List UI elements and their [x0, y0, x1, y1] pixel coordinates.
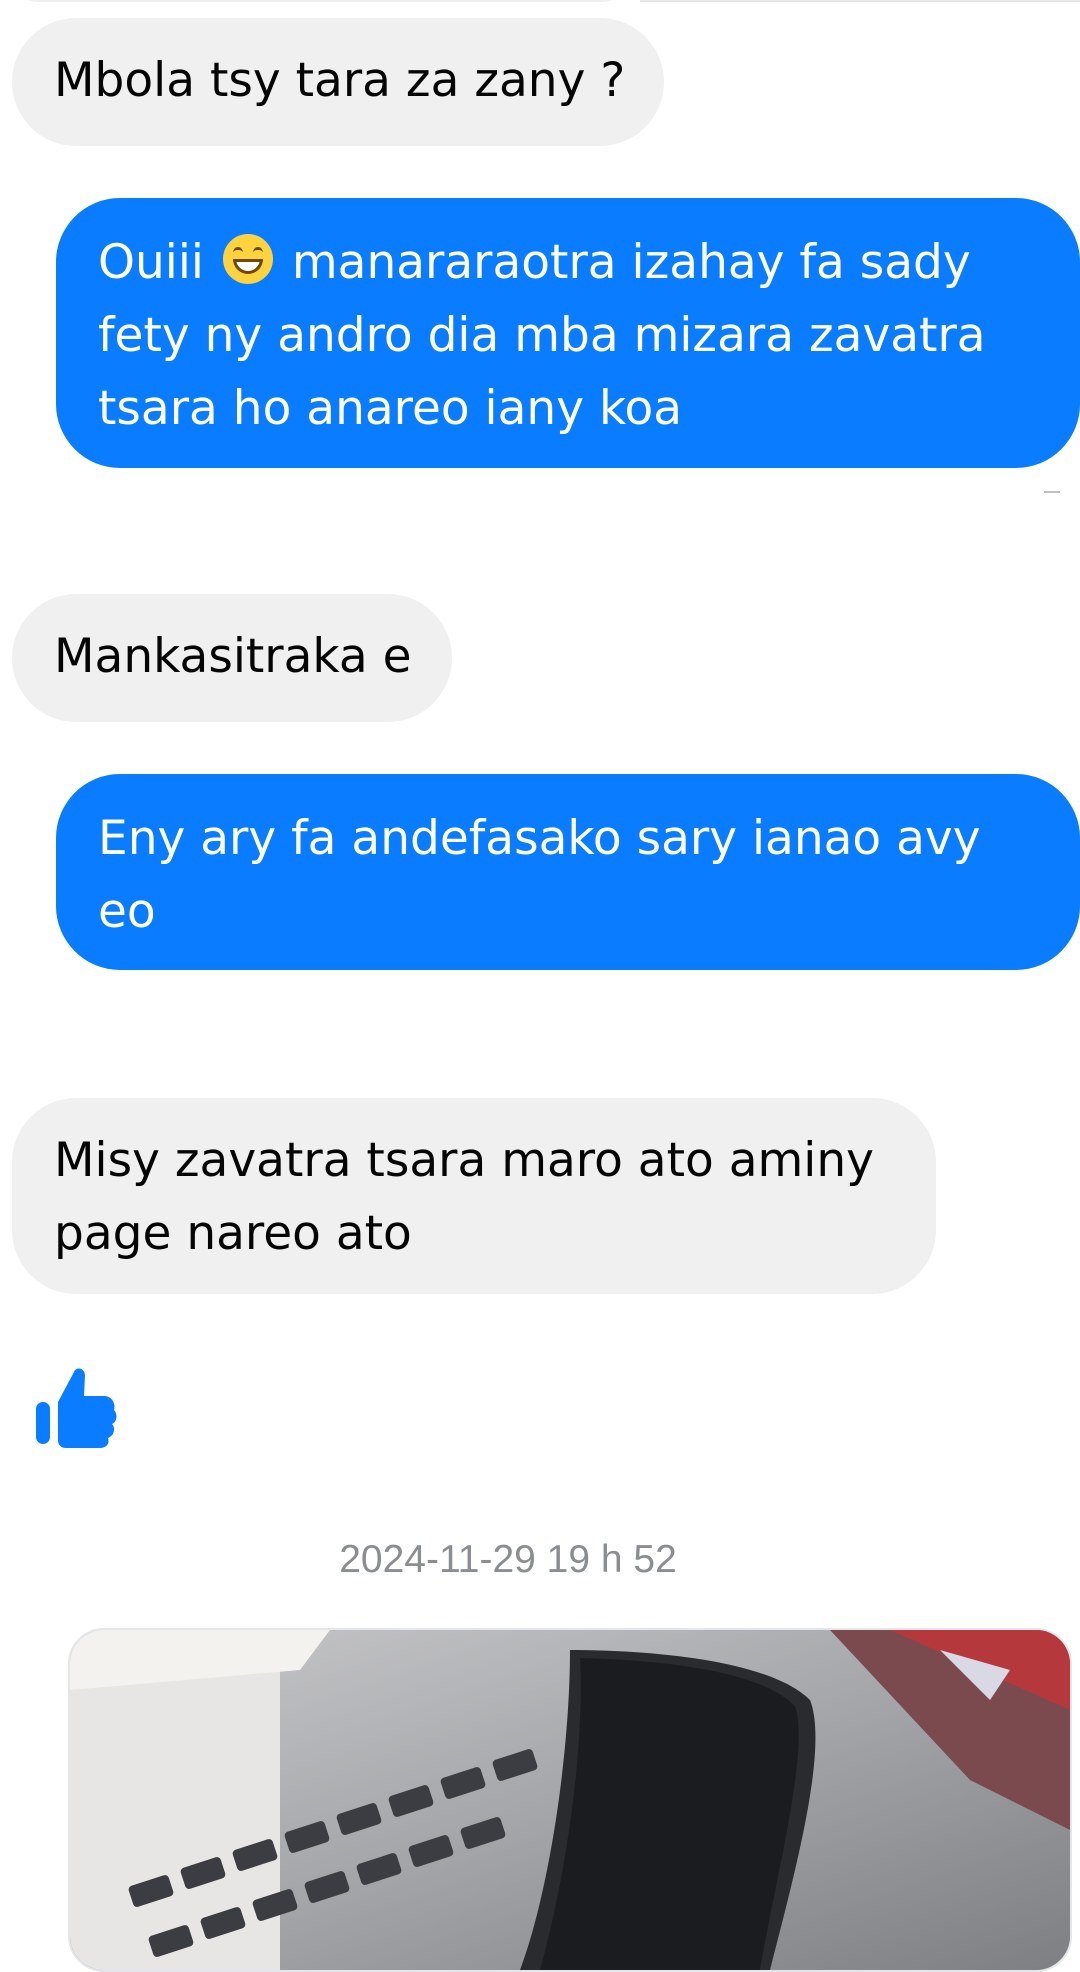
message-text: Mankasitraka e [54, 629, 412, 684]
photo-attachment-image [70, 1630, 1070, 1970]
message-incoming-1[interactable]: Mbola tsy tara za zany ? [12, 18, 664, 146]
previous-message-bubble [0, 0, 640, 2]
read-receipt-icon [1044, 491, 1060, 493]
photo-attachment[interactable] [68, 1628, 1072, 1972]
message-text: Eny ary fa andefasako sary ianao avy eo [98, 811, 981, 939]
message-outgoing-2[interactable]: Eny ary fa andefasako sary ianao avy eo [56, 774, 1080, 970]
message-incoming-2[interactable]: Mankasitraka e [12, 594, 452, 722]
message-text-start: Ouiii [98, 235, 204, 290]
grinning-face-emoji-icon [222, 234, 273, 284]
divider [640, 0, 1080, 2]
message-outgoing-1[interactable]: Ouiii manararaotra izahay fa sady fety n… [56, 198, 1080, 468]
message-incoming-3[interactable]: Misy zavatra tsara maro ato aminy page n… [12, 1098, 936, 1294]
message-timestamp: 2024-11-29 19 h 52 [339, 1538, 677, 1581]
message-text: Misy zavatra tsara maro ato aminy page n… [54, 1133, 874, 1261]
message-text: Mbola tsy tara za zany ? [54, 53, 626, 108]
thumbs-up-icon[interactable] [32, 1362, 122, 1452]
